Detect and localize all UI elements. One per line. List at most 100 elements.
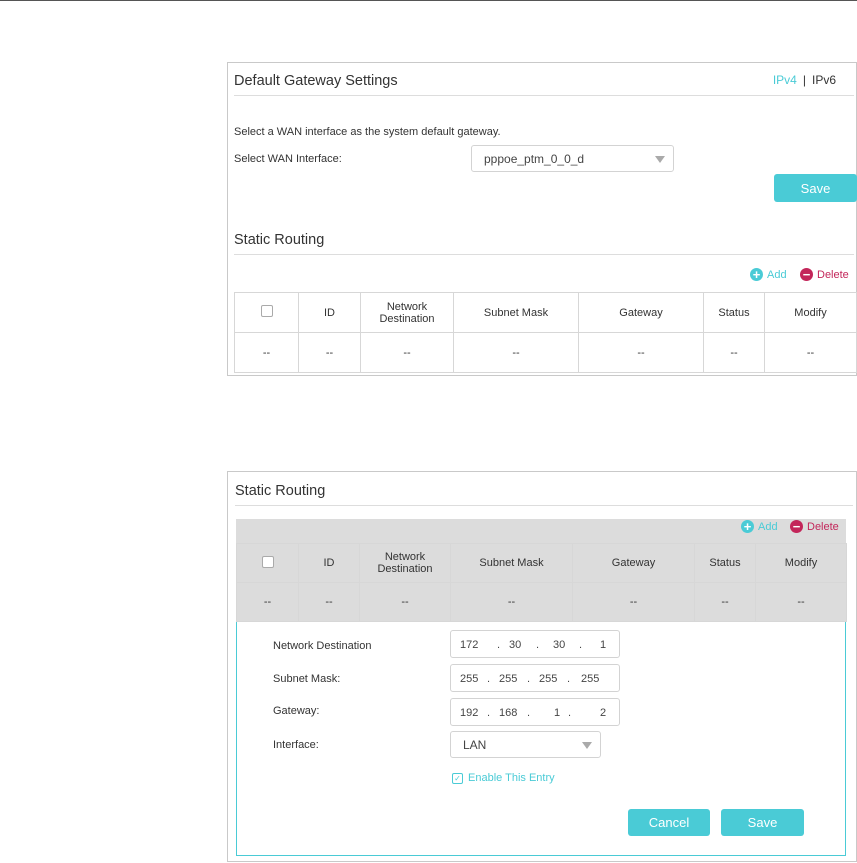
checkmark-icon: ✓	[454, 774, 461, 783]
table-row: -- -- -- -- -- -- --	[234, 332, 857, 373]
gateway-save-button[interactable]: Save	[774, 174, 857, 202]
empty-cell: --	[234, 332, 299, 373]
ip-dot: .	[487, 673, 491, 685]
ip-dot: .	[487, 707, 491, 719]
select-all-checkbox[interactable]	[260, 305, 273, 317]
table-row: -- -- -- -- -- -- --	[236, 582, 847, 622]
col-id: ID	[298, 292, 361, 333]
select-all-cell[interactable]	[236, 543, 299, 583]
enable-entry-checkbox[interactable]: ✓	[452, 773, 463, 784]
select-all-checkbox[interactable]	[261, 555, 274, 568]
plus-icon: +	[741, 520, 754, 533]
subnet-mask-input[interactable]: 255 . 255 . 255 . 255	[450, 664, 620, 692]
select-all-cell[interactable]	[234, 292, 299, 333]
minus-icon: −	[790, 520, 803, 533]
ip-octet[interactable]: 255	[499, 673, 517, 685]
route-save-button[interactable]: Save	[721, 809, 804, 836]
empty-cell: --	[764, 332, 857, 373]
col-status: Status	[703, 292, 765, 333]
ip-octet[interactable]: 192	[460, 707, 478, 719]
minus-icon: −	[800, 268, 813, 281]
ip-dot: .	[527, 673, 531, 685]
chevron-down-icon	[655, 155, 665, 163]
empty-cell: --	[453, 332, 579, 373]
empty-cell: --	[360, 332, 454, 373]
gateway-input[interactable]: 192 . 168 . 1 . 2	[450, 698, 620, 726]
table-header-row: ID Network Destination Subnet Mask Gatew…	[234, 292, 857, 333]
ip-version-tabs: IPv4 | IPv6	[773, 73, 836, 87]
delete-label: Delete	[817, 268, 849, 281]
tab-ipv4[interactable]: IPv4	[773, 73, 797, 87]
ip-octet[interactable]: 2	[600, 707, 606, 719]
subnet-mask-label: Subnet Mask:	[273, 673, 341, 685]
static-routing-divider	[235, 505, 853, 506]
delete-label: Delete	[807, 520, 839, 533]
static-routing-divider	[234, 254, 854, 255]
static-routing-table: ID Network Destination Subnet Mask Gatew…	[234, 292, 857, 373]
chevron-down-icon	[582, 741, 592, 749]
static-routing-table: ID Network Destination Subnet Mask Gatew…	[236, 543, 847, 622]
static-routing-title: Static Routing	[234, 232, 325, 248]
wan-interface-label: Select WAN Interface:	[234, 153, 342, 165]
interface-value: LAN	[463, 737, 487, 752]
ip-dot: .	[568, 707, 572, 719]
ip-octet[interactable]: 255	[581, 673, 599, 685]
col-network-destination: Network Destination	[360, 292, 454, 333]
empty-cell: --	[578, 332, 704, 373]
ip-dot: .	[579, 639, 583, 651]
empty-cell: --	[572, 582, 695, 622]
empty-cell: --	[450, 582, 573, 622]
empty-cell: --	[703, 332, 765, 373]
ip-dot: .	[497, 639, 501, 651]
cancel-button[interactable]: Cancel	[628, 809, 710, 836]
table-header-row: ID Network Destination Subnet Mask Gatew…	[236, 543, 847, 583]
empty-cell: --	[298, 332, 361, 373]
ip-octet[interactable]: 1	[600, 639, 606, 651]
gateway-label: Gateway:	[273, 705, 320, 717]
network-destination-label: Network Destination	[273, 640, 372, 652]
wan-interface-select[interactable]: pppoe_ptm_0_0_d	[471, 145, 674, 172]
tab-separator: |	[802, 73, 806, 87]
wan-instruction: Select a WAN interface as the system def…	[234, 126, 501, 138]
plus-icon: +	[750, 268, 763, 281]
ip-octet[interactable]: 30	[509, 639, 521, 651]
default-gateway-title: Default Gateway Settings	[234, 73, 398, 89]
delete-route-button[interactable]: − Delete	[800, 268, 849, 281]
col-modify: Modify	[755, 543, 847, 583]
network-destination-input[interactable]: 172 . 30 . 30 . 1	[450, 630, 620, 658]
col-modify: Modify	[764, 292, 857, 333]
interface-label: Interface:	[273, 739, 319, 751]
add-label: Add	[758, 520, 778, 533]
ip-octet[interactable]: 168	[499, 707, 517, 719]
static-routing-title: Static Routing	[235, 483, 326, 499]
delete-route-button[interactable]: − Delete	[790, 520, 839, 533]
empty-cell: --	[236, 582, 299, 622]
empty-cell: --	[694, 582, 756, 622]
static-routing-edit-panel: Static Routing + Add − Delete ID Network D…	[227, 471, 857, 862]
ip-octet[interactable]: 255	[539, 673, 557, 685]
tab-ipv6[interactable]: IPv6	[812, 73, 836, 87]
ip-dot: .	[536, 639, 540, 651]
enable-entry-label[interactable]: Enable This Entry	[468, 772, 555, 784]
wan-interface-value: pppoe_ptm_0_0_d	[484, 151, 585, 166]
ip-octet[interactable]: 172	[460, 639, 478, 651]
ip-octet[interactable]: 255	[460, 673, 478, 685]
col-status: Status	[694, 543, 756, 583]
interface-select[interactable]: LAN	[450, 731, 601, 758]
empty-cell: --	[359, 582, 451, 622]
add-route-button[interactable]: + Add	[750, 268, 787, 281]
default-gateway-panel: Default Gateway Settings IPv4 | IPv6 Selec…	[227, 62, 857, 376]
title-divider	[234, 95, 854, 96]
col-gateway: Gateway	[572, 543, 695, 583]
ip-dot: .	[527, 707, 531, 719]
col-subnet-mask: Subnet Mask	[450, 543, 573, 583]
top-divider	[0, 0, 857, 1]
ip-dot: .	[567, 673, 571, 685]
col-network-destination: Network Destination	[359, 543, 451, 583]
ip-octet[interactable]: 1	[554, 707, 560, 719]
add-route-button[interactable]: + Add	[741, 520, 778, 533]
ip-octet[interactable]: 30	[553, 639, 565, 651]
empty-cell: --	[755, 582, 847, 622]
col-subnet-mask: Subnet Mask	[453, 292, 579, 333]
col-gateway: Gateway	[578, 292, 704, 333]
